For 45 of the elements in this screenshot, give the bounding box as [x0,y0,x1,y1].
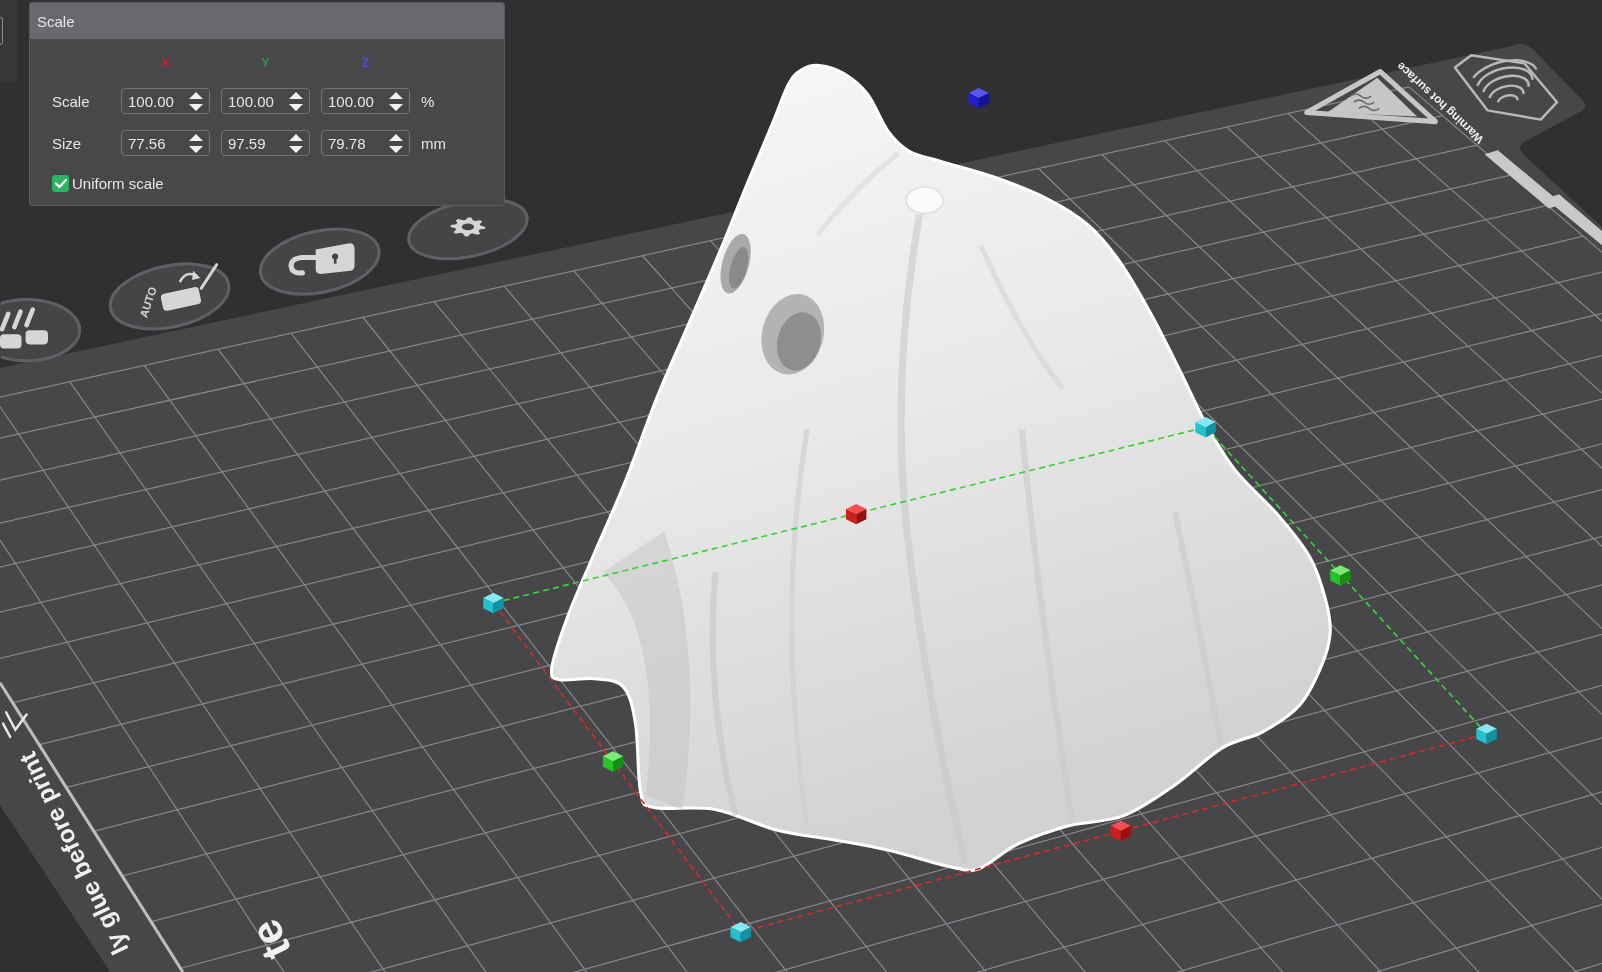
number-field[interactable]: 100.00 [121,88,210,114]
scale-handle[interactable] [730,921,751,943]
scale-handle[interactable] [1330,565,1351,586]
number-field[interactable]: 77.56 [121,130,210,156]
up-down-arrows-icon[interactable] [389,133,403,153]
scale-handle[interactable] [845,503,867,525]
number-field[interactable]: 79.78 [321,130,410,156]
number-field[interactable]: 97.59 [221,130,310,156]
hood-bump [905,186,944,215]
axis-label: Y [261,56,270,70]
auto-orient-button[interactable]: AUTO [108,262,231,331]
scale-handle[interactable] [968,87,989,109]
up-down-arrows-icon[interactable] [289,133,303,153]
up-down-arrows-icon[interactable] [189,91,203,111]
number-field[interactable]: 100.00 [321,88,410,114]
scale-handle[interactable] [1476,723,1497,745]
checkbox-label[interactable]: Uniform scale [72,174,164,192]
gear-icon [450,217,486,237]
scale-handle[interactable] [1195,417,1216,438]
scale-handle[interactable] [483,592,504,614]
front-label: te [240,912,301,968]
check-mark-icon [1,711,28,739]
checkbox[interactable] [52,174,69,192]
arrange-button[interactable] [0,297,82,363]
unit-label: % [421,92,435,110]
eye-hole [720,233,751,294]
up-down-arrows-icon[interactable] [189,133,203,153]
tick-icon [54,178,67,188]
number-field[interactable]: 100.00 [221,88,310,114]
scale-handle[interactable] [1110,820,1131,842]
partial-button[interactable] [0,17,3,45]
up-down-arrows-icon[interactable] [389,91,403,111]
padlock-icon [288,243,355,276]
lock-button[interactable] [258,227,381,296]
axis-label: Z [361,56,370,70]
bars-and-tiles-icon [0,307,48,349]
up-down-arrows-icon[interactable] [289,91,303,111]
unit-label: mm [421,134,446,152]
row-label: Size [52,134,83,152]
scale-handle[interactable] [602,751,624,772]
rotate-block-icon [160,263,219,312]
ghost-model-drawing[interactable] [549,63,1332,873]
axis-label: X [161,56,170,70]
row-label: Scale [52,92,91,110]
panel-title: Scale [37,12,75,30]
